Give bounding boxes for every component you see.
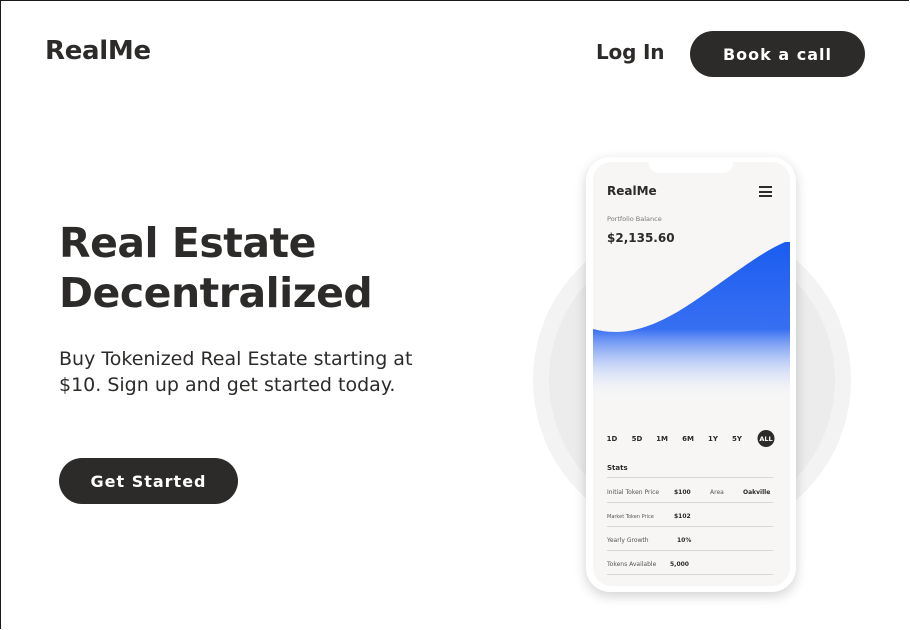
range-1y[interactable]: 1Y xyxy=(708,435,718,443)
initial-token-price-value: $100 xyxy=(674,489,691,496)
tokens-available-value: 5,000 xyxy=(670,561,689,568)
hero-title-line-2: Decentralized xyxy=(59,269,373,317)
yearly-growth-value: 10% xyxy=(677,537,692,544)
range-all[interactable]: ALL xyxy=(757,430,775,447)
range-5y[interactable]: 5Y xyxy=(732,435,742,443)
app-name: RealMe xyxy=(607,184,657,198)
area-value: Oakville xyxy=(743,489,771,496)
yearly-growth-label: Yearly Growth xyxy=(607,537,649,544)
portfolio-balance-label: Portfolio Balance xyxy=(607,215,662,223)
stats-divider xyxy=(607,477,773,478)
range-1d[interactable]: 1D xyxy=(607,435,618,443)
tokens-available-label: Tokens Available xyxy=(607,561,657,568)
stats-divider xyxy=(607,502,773,503)
hero-title: Real Estate Decentralized xyxy=(59,218,373,318)
hamburger-menu-icon[interactable] xyxy=(759,186,772,197)
stats-divider xyxy=(607,526,773,527)
portfolio-chart xyxy=(593,242,790,402)
hero-title-line-1: Real Estate xyxy=(59,219,316,267)
phone-mockup: RealMe Portfolio Balance $2,135.60 1D 5D… xyxy=(586,157,796,592)
get-started-button[interactable]: Get Started xyxy=(59,458,238,504)
range-1m[interactable]: 1M xyxy=(656,435,668,443)
hero-subtitle: Buy Tokenized Real Estate starting at $1… xyxy=(59,348,413,396)
stats-divider xyxy=(607,550,773,551)
phone-screen: RealMe Portfolio Balance $2,135.60 1D 5D… xyxy=(593,162,790,586)
stats-divider xyxy=(607,574,773,575)
logo[interactable]: RealMe xyxy=(45,36,151,66)
portfolio-chart-area xyxy=(593,242,790,402)
market-token-price-value: $102 xyxy=(674,513,691,520)
login-link[interactable]: Log In xyxy=(596,40,664,64)
market-token-price-label: Market Token Price xyxy=(607,514,654,520)
range-6m[interactable]: 6M xyxy=(682,435,694,443)
phone-notch xyxy=(649,157,733,173)
area-label: Area xyxy=(710,489,724,496)
initial-token-price-label: Initial Token Price xyxy=(607,489,660,496)
stats-heading: Stats xyxy=(607,464,628,472)
time-range-selector: 1D 5D 1M 6M 1Y 5Y ALL xyxy=(607,430,775,450)
book-a-call-button[interactable]: Book a call xyxy=(690,31,865,77)
range-5d[interactable]: 5D xyxy=(632,435,643,443)
